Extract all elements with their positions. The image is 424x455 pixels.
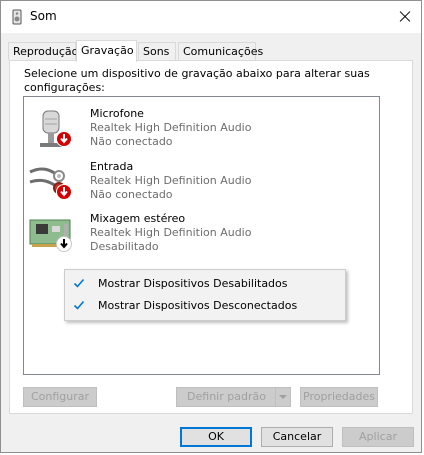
checkmark-icon	[73, 300, 85, 310]
device-driver: Realtek High Definition Audio	[90, 174, 252, 187]
device-status: Não conectado	[90, 135, 173, 148]
menu-item-label: Mostrar Dispositivos Desabilitados	[98, 277, 288, 290]
window-title: Som	[30, 9, 57, 23]
tab-reproducao[interactable]: Reprodução	[8, 42, 78, 60]
device-driver: Realtek High Definition Audio	[90, 226, 252, 239]
properties-button[interactable]: Propriedades	[300, 387, 378, 407]
cancel-button[interactable]: Cancelar	[261, 427, 333, 447]
title-bar: Som	[1, 1, 421, 33]
set-default-label: Definir padrão	[187, 390, 266, 403]
checkmark-icon	[73, 278, 85, 288]
ok-button[interactable]: OK	[180, 427, 252, 447]
instruction-text: Selecione um dispositivo de gravação aba…	[24, 67, 370, 94]
device-entrada[interactable]: Entrada Realtek High Definition Audio Nã…	[28, 160, 368, 212]
configure-button[interactable]: Configurar	[23, 387, 97, 407]
tab-comunicacoes[interactable]: Comunicações	[178, 42, 263, 60]
menu-item-label: Mostrar Dispositivos Desconectados	[98, 299, 298, 312]
chevron-down-icon[interactable]	[275, 388, 290, 406]
context-menu: Mostrar Dispositivos Desabilitados Mostr…	[64, 269, 346, 321]
disconnected-badge-icon	[56, 184, 72, 200]
device-list[interactable]: Microfone Realtek High Definition Audio …	[23, 96, 380, 375]
sound-dialog: Som Reprodução Gravação Sons Comunicaçõe…	[0, 0, 422, 453]
device-name: Entrada	[90, 160, 134, 173]
close-icon[interactable]	[387, 1, 421, 33]
set-default-button[interactable]: Definir padrão	[176, 387, 291, 407]
apply-button[interactable]: Aplicar	[342, 427, 414, 447]
device-status: Não conectado	[90, 188, 173, 201]
tab-sons[interactable]: Sons	[138, 42, 176, 60]
disconnected-badge-icon	[56, 131, 72, 147]
device-microfone[interactable]: Microfone Realtek High Definition Audio …	[28, 107, 368, 159]
recording-panel: Selecione um dispositivo de gravação aba…	[9, 60, 413, 414]
speaker-icon	[12, 9, 22, 25]
device-mixagem-estereo[interactable]: Mixagem estéreo Realtek High Definition …	[28, 212, 368, 264]
menu-item-show-disabled[interactable]: Mostrar Dispositivos Desabilitados	[65, 273, 345, 295]
device-name: Microfone	[90, 107, 144, 120]
disabled-badge-icon	[56, 236, 72, 252]
device-name: Mixagem estéreo	[90, 212, 186, 225]
device-driver: Realtek High Definition Audio	[90, 121, 252, 134]
tab-gravacao[interactable]: Gravação	[76, 40, 137, 62]
device-status: Desabilitado	[90, 240, 159, 253]
menu-item-show-disconnected[interactable]: Mostrar Dispositivos Desconectados	[65, 295, 345, 317]
